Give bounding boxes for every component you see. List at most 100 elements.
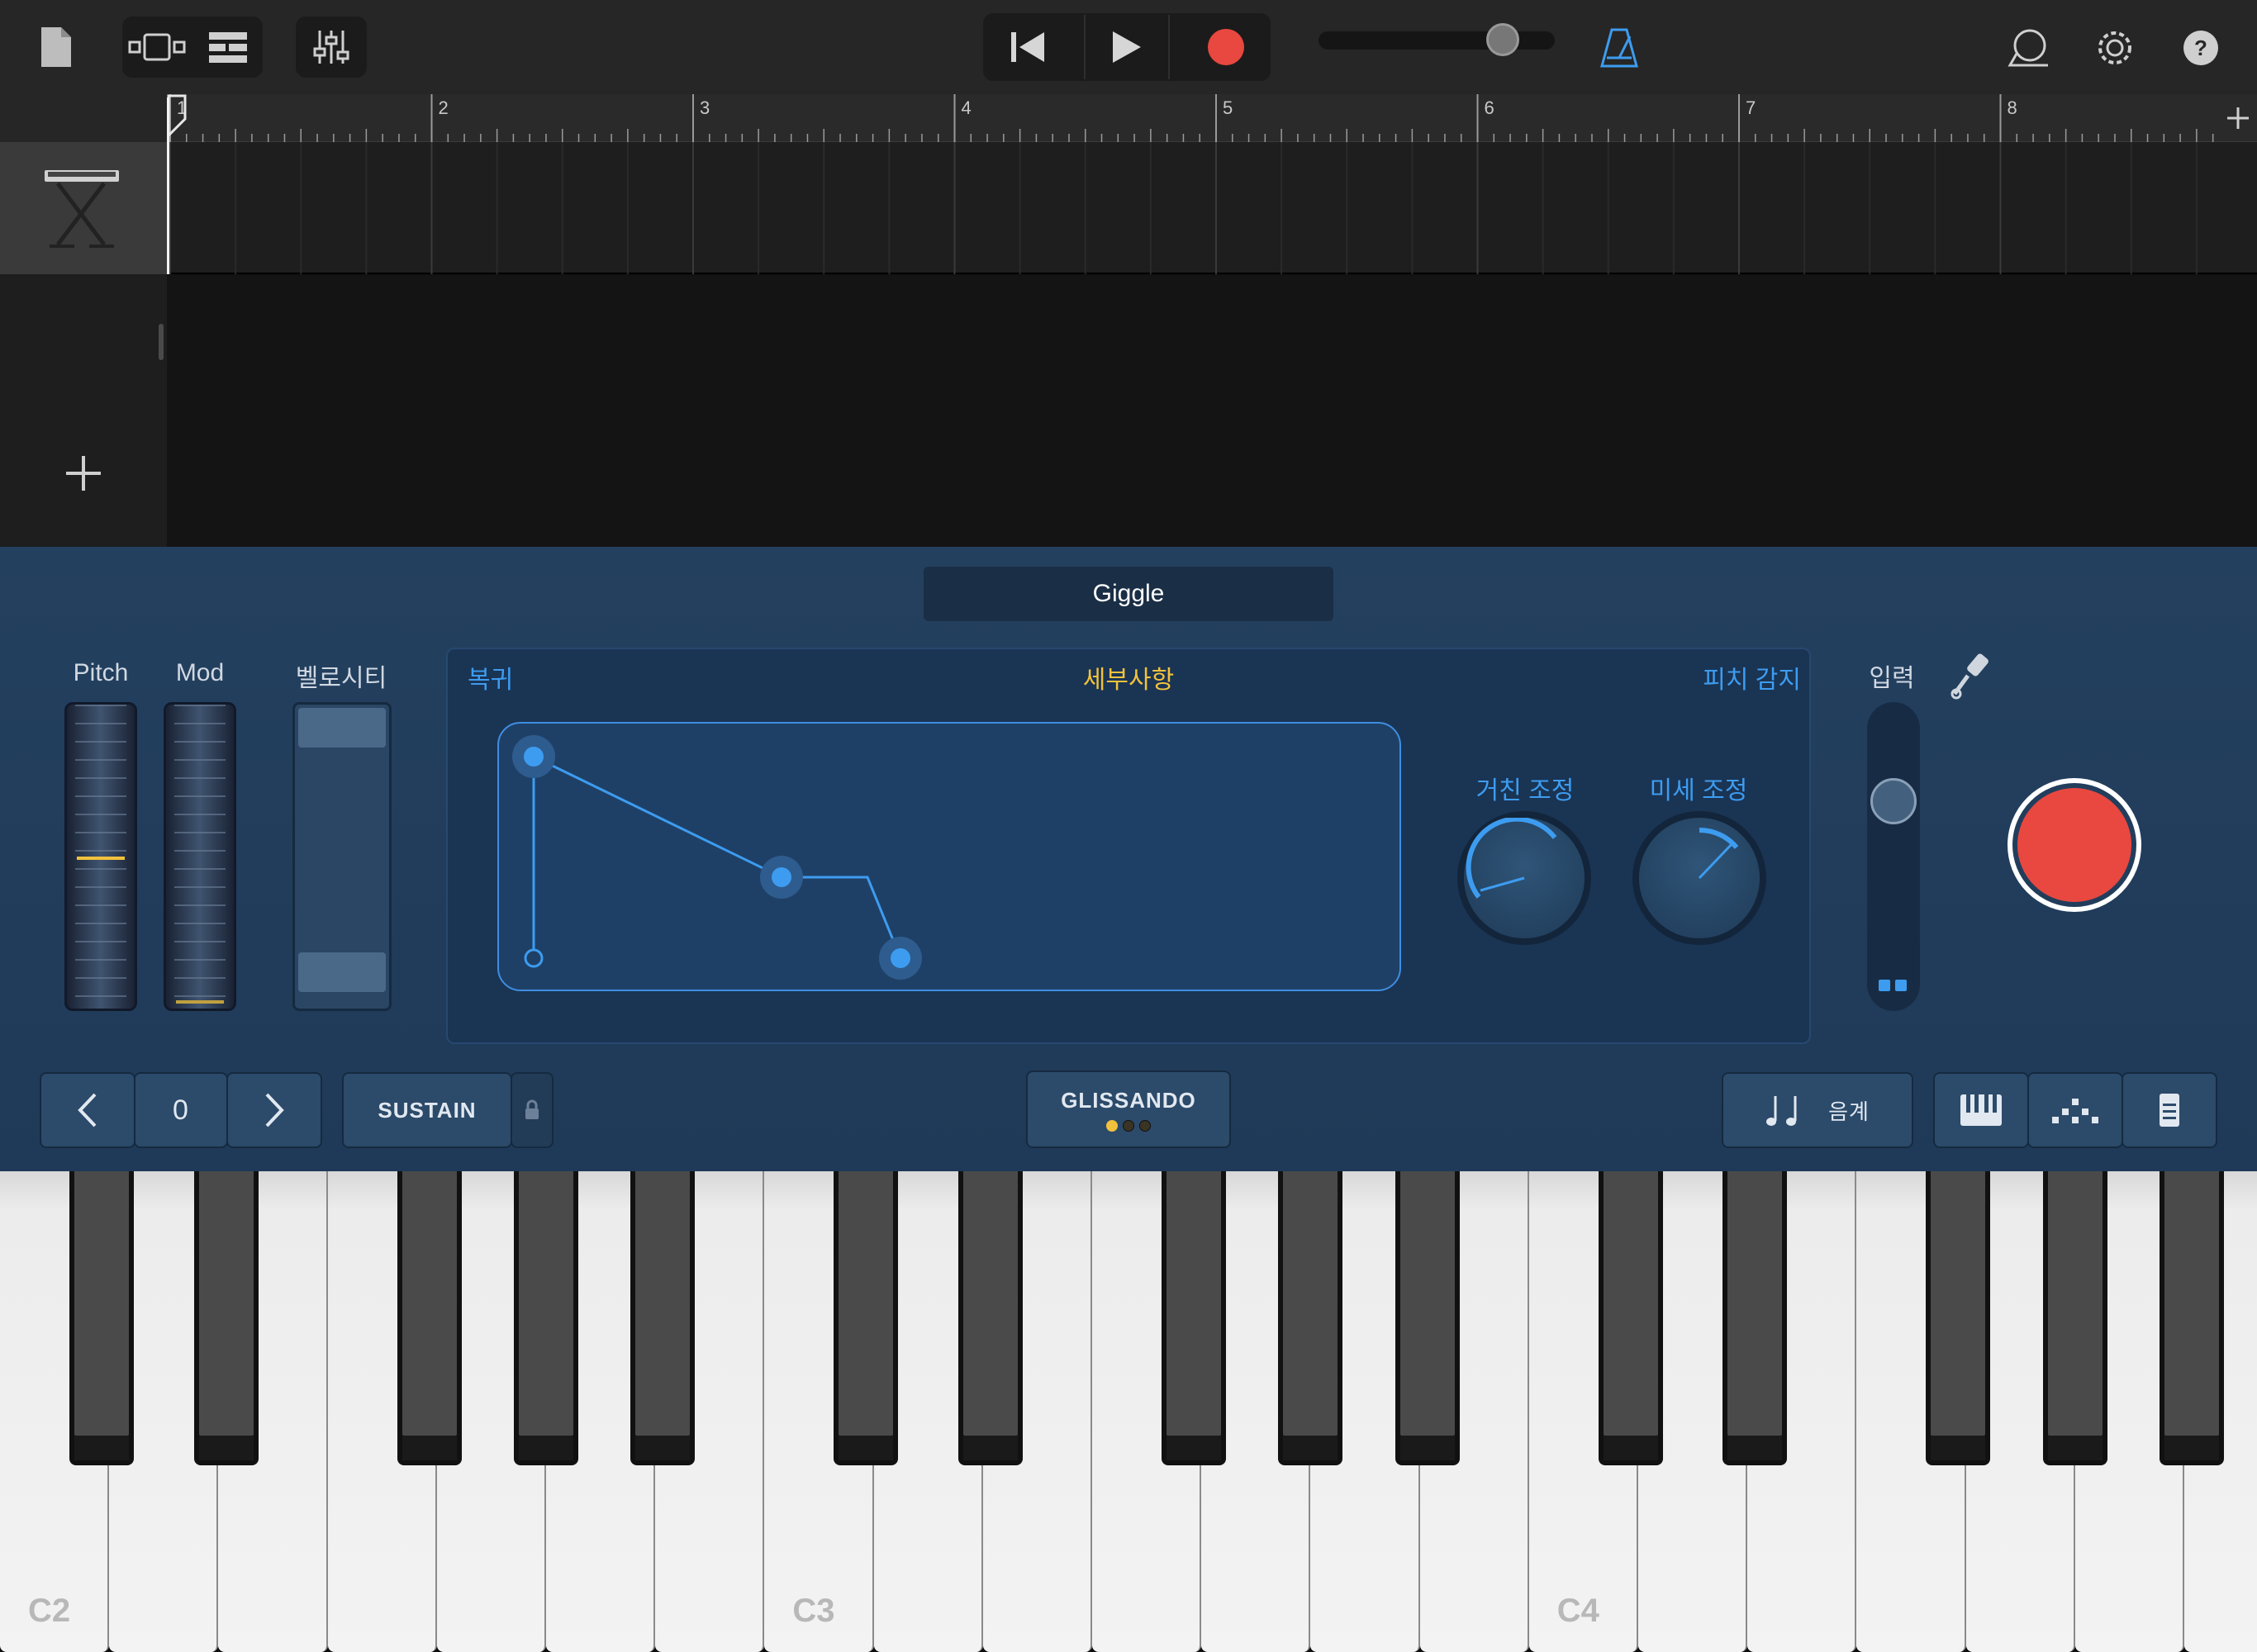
coarse-tune-knob[interactable] — [1464, 816, 1585, 938]
bar-number-4: 4 — [961, 97, 972, 118]
play-button[interactable] — [1084, 15, 1170, 79]
envelope-point-start[interactable] — [524, 948, 544, 968]
add-track-icon[interactable] — [64, 454, 102, 492]
pitch-label: Pitch — [73, 659, 129, 686]
empty-track-header — [0, 274, 167, 547]
black-key[interactable] — [69, 1171, 134, 1465]
velocity-label: 벨로시티 — [295, 665, 387, 692]
record-button[interactable] — [1183, 15, 1269, 79]
black-key[interactable] — [1598, 1171, 1663, 1465]
scale-label: 음계 — [1828, 1099, 1870, 1124]
velocity-min-handle[interactable] — [298, 952, 386, 992]
input-label: 입력 — [1869, 665, 1915, 692]
pitch-wheel-center-marker — [77, 857, 125, 860]
black-key[interactable] — [1395, 1171, 1460, 1465]
black-key[interactable] — [2042, 1171, 2107, 1465]
arpeggio-icon — [2052, 1099, 2098, 1123]
help-icon[interactable]: ? — [2171, 18, 2231, 78]
lock-icon — [525, 1099, 539, 1119]
timeline-ruler[interactable]: 12345678 — [167, 94, 2257, 142]
coarse-tune-label: 거친 조정 — [1475, 777, 1575, 805]
velocity-slider[interactable] — [292, 702, 392, 1011]
rewind-button[interactable] — [985, 15, 1071, 79]
black-key[interactable] — [397, 1171, 462, 1465]
scale-button[interactable]: 음계 — [1722, 1072, 1913, 1148]
key-size-icon — [2160, 1094, 2179, 1127]
mixer-icon[interactable] — [296, 17, 367, 78]
arpeggiator-button[interactable] — [2027, 1072, 2123, 1148]
master-volume-slider[interactable] — [1319, 31, 1555, 50]
octave-value: 0 — [134, 1072, 228, 1148]
master-volume-thumb[interactable] — [1486, 23, 1520, 56]
chevron-right-icon — [265, 1093, 284, 1127]
play-icon — [1111, 30, 1143, 64]
tracks-view-icon[interactable] — [195, 18, 261, 76]
playhead-marker[interactable] — [167, 94, 187, 139]
black-key[interactable] — [193, 1171, 259, 1465]
mod-wheel-marker — [176, 1000, 224, 1004]
add-section-icon[interactable] — [2219, 94, 2257, 142]
input-level-thumb[interactable] — [1870, 778, 1917, 824]
loop-browser-icon[interactable] — [1999, 18, 2057, 78]
glissando-label: GLISSANDO — [1061, 1087, 1196, 1113]
ruler-spacer — [0, 94, 167, 142]
metronome-icon[interactable] — [1594, 18, 1644, 78]
bar-number-7: 7 — [1746, 97, 1756, 118]
black-key[interactable] — [630, 1171, 696, 1465]
keyboard-size-button[interactable] — [2122, 1072, 2217, 1148]
details-label[interactable]: 세부사항 — [1044, 659, 1213, 695]
input-level-slider[interactable] — [1867, 702, 1920, 1011]
track-resize-handle[interactable] — [159, 324, 164, 360]
top-toolbar: ? — [0, 0, 2257, 94]
notes-icon — [1766, 1096, 1797, 1126]
note-label-c3: C3 — [792, 1593, 835, 1629]
empty-tracks-area[interactable] — [167, 276, 2257, 547]
black-key[interactable] — [1926, 1171, 1991, 1465]
keyboard-mode-button[interactable] — [1933, 1072, 2029, 1148]
my-songs-icon[interactable] — [33, 18, 79, 76]
record-icon — [1206, 27, 1246, 67]
black-key[interactable] — [958, 1171, 1024, 1465]
bar-number-8: 8 — [2007, 97, 2017, 118]
glissando-button[interactable]: GLISSANDO — [1026, 1070, 1231, 1148]
sustain-button[interactable]: SUSTAIN — [342, 1072, 512, 1148]
piano-keys-icon — [1960, 1094, 2002, 1126]
velocity-max-handle[interactable] — [298, 708, 386, 748]
black-key[interactable] — [1161, 1171, 1226, 1465]
revert-button[interactable]: 복귀 — [468, 659, 513, 695]
bar-number-3: 3 — [700, 97, 710, 118]
input-jack-icon[interactable] — [1950, 651, 1993, 700]
note-label-c2: C2 — [28, 1593, 71, 1629]
black-key[interactable] — [2160, 1171, 2225, 1465]
fine-tune-label: 미세 조정 — [1649, 777, 1748, 805]
pitch-detect-button[interactable]: 피치 감지 — [1685, 659, 1801, 695]
octave-down-button[interactable] — [40, 1072, 135, 1148]
preset-name-button[interactable]: Giggle — [924, 567, 1333, 621]
instrument-view-icon[interactable] — [124, 18, 190, 76]
mod-wheel[interactable] — [164, 702, 236, 1011]
note-label-c4: C4 — [1556, 1593, 1599, 1629]
black-key[interactable] — [834, 1171, 899, 1465]
playhead-line — [167, 97, 169, 274]
sample-record-icon — [2017, 788, 2131, 902]
track-header-keyboard[interactable] — [0, 142, 167, 274]
bar-number-2: 2 — [438, 97, 449, 118]
settings-icon[interactable] — [2085, 18, 2145, 78]
sample-record-button[interactable] — [2008, 778, 2141, 912]
fine-tune-knob[interactable] — [1639, 818, 1760, 938]
envelope-graph[interactable] — [497, 722, 1401, 991]
chevron-left-icon — [78, 1093, 97, 1127]
black-key[interactable] — [1722, 1171, 1788, 1465]
black-key[interactable] — [514, 1171, 578, 1465]
octave-up-button[interactable] — [226, 1072, 322, 1148]
rewind-icon — [1010, 31, 1046, 64]
track-lane[interactable] — [167, 142, 2257, 274]
black-key[interactable] — [1278, 1171, 1343, 1465]
glissando-mode-dots — [1106, 1119, 1151, 1132]
sustain-lock-button[interactable] — [511, 1072, 554, 1148]
mod-label: Mod — [175, 659, 225, 686]
input-meter-left — [1879, 980, 1890, 991]
pitch-wheel[interactable] — [64, 702, 137, 1011]
bar-number-6: 6 — [1484, 97, 1494, 118]
piano-keyboard: C2 C3 C4 — [0, 1171, 2257, 1652]
